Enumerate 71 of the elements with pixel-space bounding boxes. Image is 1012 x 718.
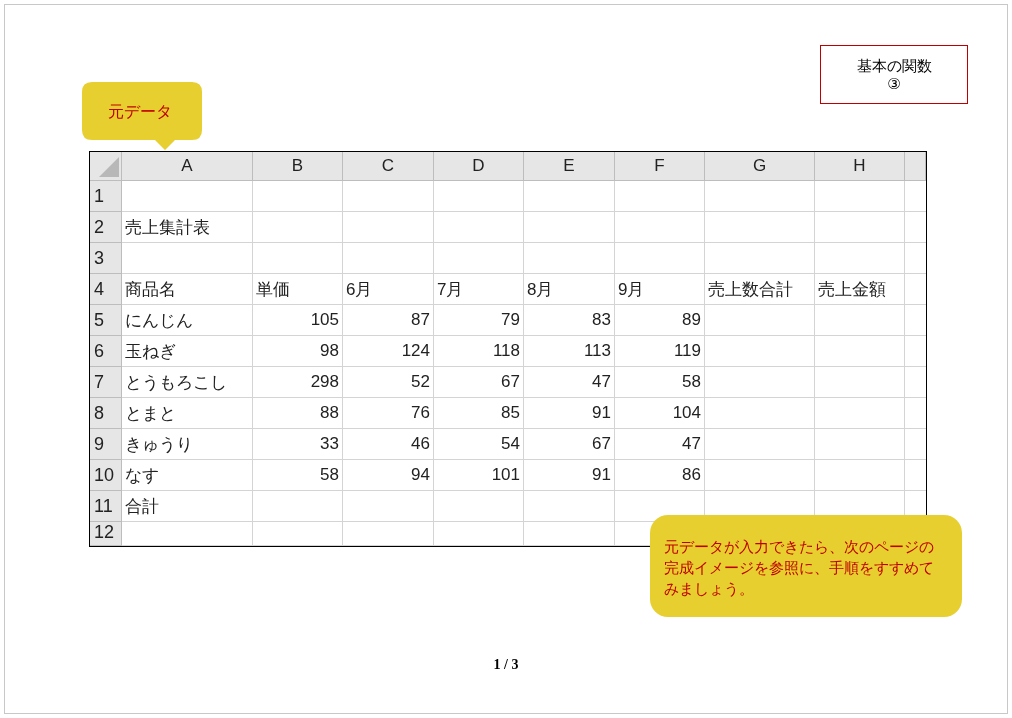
table-cell: 合計: [122, 491, 253, 522]
table-cell: 8月: [524, 274, 615, 305]
table-cell: 売上金額: [815, 274, 905, 305]
table-cell: 67: [524, 429, 615, 460]
row-header[interactable]: 5: [90, 305, 122, 336]
table-cell: 単価: [253, 274, 343, 305]
row-header[interactable]: 3: [90, 243, 122, 274]
row-header[interactable]: 9: [90, 429, 122, 460]
table-cell: 58: [253, 460, 343, 491]
note-tooltip: 元データが入力できたら、次のページの完成イメージを参照に、手順をすすめてみましょう。: [650, 515, 962, 617]
table-cell: 58: [615, 367, 705, 398]
table-cell: 113: [524, 336, 615, 367]
table-cell: なす: [122, 460, 253, 491]
table-cell: 玉ねぎ: [122, 336, 253, 367]
table-cell: 105: [253, 305, 343, 336]
table-cell: とまと: [122, 398, 253, 429]
table-cell: 76: [343, 398, 434, 429]
table-cell: 46: [343, 429, 434, 460]
row-header[interactable]: 11: [90, 491, 122, 522]
table-cell: 101: [434, 460, 524, 491]
table-cell: とうもろこし: [122, 367, 253, 398]
table-cell: 94: [343, 460, 434, 491]
table-cell: 298: [253, 367, 343, 398]
title-text: ③: [887, 74, 901, 93]
table-cell: 104: [615, 398, 705, 429]
table-cell: 87: [343, 305, 434, 336]
row-header[interactable]: 1: [90, 181, 122, 212]
column-header[interactable]: C: [343, 152, 434, 181]
table-cell: 79: [434, 305, 524, 336]
table-cell: 86: [615, 460, 705, 491]
column-header[interactable]: E: [524, 152, 615, 181]
column-header[interactable]: H: [815, 152, 905, 181]
title-text: 基本の関数: [856, 56, 932, 75]
row-header[interactable]: 12: [90, 522, 122, 546]
table-cell: 119: [615, 336, 705, 367]
row-header[interactable]: 6: [90, 336, 122, 367]
row-header[interactable]: 2: [90, 212, 122, 243]
table-cell: 124: [343, 336, 434, 367]
table-cell: 83: [524, 305, 615, 336]
table-cell: 売上数合計: [705, 274, 815, 305]
column-header[interactable]: F: [615, 152, 705, 181]
table-cell: 67: [434, 367, 524, 398]
note-tooltip: 元データ: [82, 82, 202, 150]
table-cell: 商品名: [122, 274, 253, 305]
table-cell: 118: [434, 336, 524, 367]
table-cell: 47: [615, 429, 705, 460]
table-cell: 85: [434, 398, 524, 429]
table-cell: 33: [253, 429, 343, 460]
table-cell: 54: [434, 429, 524, 460]
table-cell: 7月: [434, 274, 524, 305]
table-cell: 6月: [343, 274, 434, 305]
column-header[interactable]: G: [705, 152, 815, 181]
table-cell: 98: [253, 336, 343, 367]
table-cell: 売上集計表: [122, 212, 253, 243]
column-header[interactable]: B: [253, 152, 343, 181]
column-header[interactable]: D: [434, 152, 524, 181]
table-cell: にんじん: [122, 305, 253, 336]
page-number: 1 / 3: [493, 657, 519, 673]
table-cell: 9月: [615, 274, 705, 305]
table-cell: 47: [524, 367, 615, 398]
row-header[interactable]: 8: [90, 398, 122, 429]
row-header[interactable]: 4: [90, 274, 122, 305]
row-header[interactable]: 7: [90, 367, 122, 398]
table-cell: 52: [343, 367, 434, 398]
row-header[interactable]: 10: [90, 460, 122, 491]
table-cell: 91: [524, 460, 615, 491]
table-cell: 91: [524, 398, 615, 429]
table-cell: 89: [615, 305, 705, 336]
table-cell: 88: [253, 398, 343, 429]
column-header[interactable]: A: [122, 152, 253, 181]
table-cell: きゅうり: [122, 429, 253, 460]
